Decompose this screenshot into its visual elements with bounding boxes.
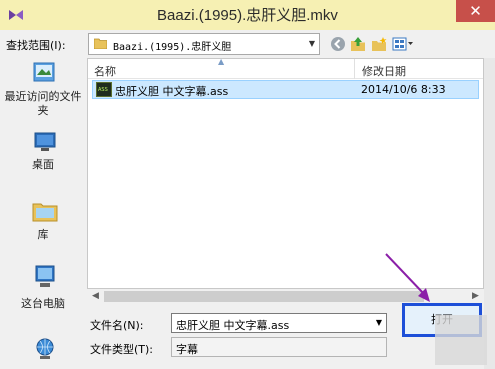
recent-places-icon (33, 62, 55, 82)
libraries-icon (32, 203, 58, 222)
new-folder-icon[interactable] (371, 36, 387, 52)
place-libraries-label: 库 (37, 228, 49, 241)
place-recent[interactable]: 最近访问的文件夹 (0, 58, 86, 124)
filetype-select[interactable]: 字幕 (171, 337, 387, 357)
this-pc-icon (35, 265, 55, 287)
back-icon[interactable] (330, 36, 346, 52)
file-icon-text: ASS (98, 87, 108, 93)
column-header-name[interactable]: 名称 (94, 63, 116, 79)
filename-combo[interactable]: 忠肝义胆 中文字幕.ass ▼ (171, 313, 387, 333)
sort-ascending-icon: ▲ (218, 57, 225, 66)
place-libraries[interactable]: 库 (0, 198, 86, 244)
scroll-thumb[interactable] (104, 291, 424, 302)
column-divider[interactable] (354, 59, 355, 79)
chevron-down-icon: ▼ (375, 318, 382, 327)
lookin-label: 查找范围(I): (6, 39, 66, 52)
place-this-pc-label: 这台电脑 (21, 297, 65, 310)
folder-icon (94, 38, 107, 49)
filetype-value: 字幕 (176, 343, 198, 356)
place-desktop-label: 桌面 (32, 158, 54, 171)
obscured-area (435, 315, 487, 365)
file-row[interactable]: ASS 忠肝义胆 中文字幕.ass 2014/10/6 8:33 (92, 80, 479, 99)
window-title: Baazi.(1995).忠肝义胆.mkv (157, 7, 338, 24)
network-icon[interactable] (34, 338, 56, 360)
filename-label: 文件名(N): (90, 319, 144, 332)
column-header-date[interactable]: 修改日期 (362, 63, 406, 79)
lookin-dropdown[interactable]: Baazi.(1995).忠肝义胆 ▼ (88, 33, 320, 55)
filename-value: 忠肝义胆 中文字幕.ass (176, 319, 290, 332)
chevron-down-icon: ▼ (308, 39, 315, 48)
scroll-left-icon[interactable]: ◀ (92, 291, 99, 301)
place-recent-label: 最近访问的文件夹 (4, 90, 82, 117)
place-desktop[interactable]: 桌面 (0, 130, 86, 176)
list-header: ▲ 名称 修改日期 (88, 57, 483, 79)
scroll-right-icon[interactable]: ▶ (472, 291, 479, 301)
filetype-label: 文件类型(T): (90, 343, 154, 356)
desktop-icon (34, 132, 56, 151)
places-bar: 最近访问的文件夹 桌面 库 这台电脑 (0, 58, 86, 369)
close-button[interactable]: ✕ (456, 0, 495, 22)
annotation-arrow-icon (385, 253, 430, 302)
lookin-folder-name: Baazi.(1995).忠肝义胆 (113, 42, 232, 53)
file-name-cell: 忠肝义胆 中文字幕.ass (115, 85, 229, 98)
file-date-cell: 2014/10/6 8:33 (361, 83, 446, 96)
subtitle-file-icon: ASS (96, 82, 112, 97)
title-bar: Baazi.(1995).忠肝义胆.mkv ✕ (0, 0, 495, 30)
view-menu-icon[interactable] (392, 36, 414, 52)
place-this-pc[interactable]: 这台电脑 (0, 263, 86, 313)
up-folder-icon[interactable] (350, 36, 366, 52)
